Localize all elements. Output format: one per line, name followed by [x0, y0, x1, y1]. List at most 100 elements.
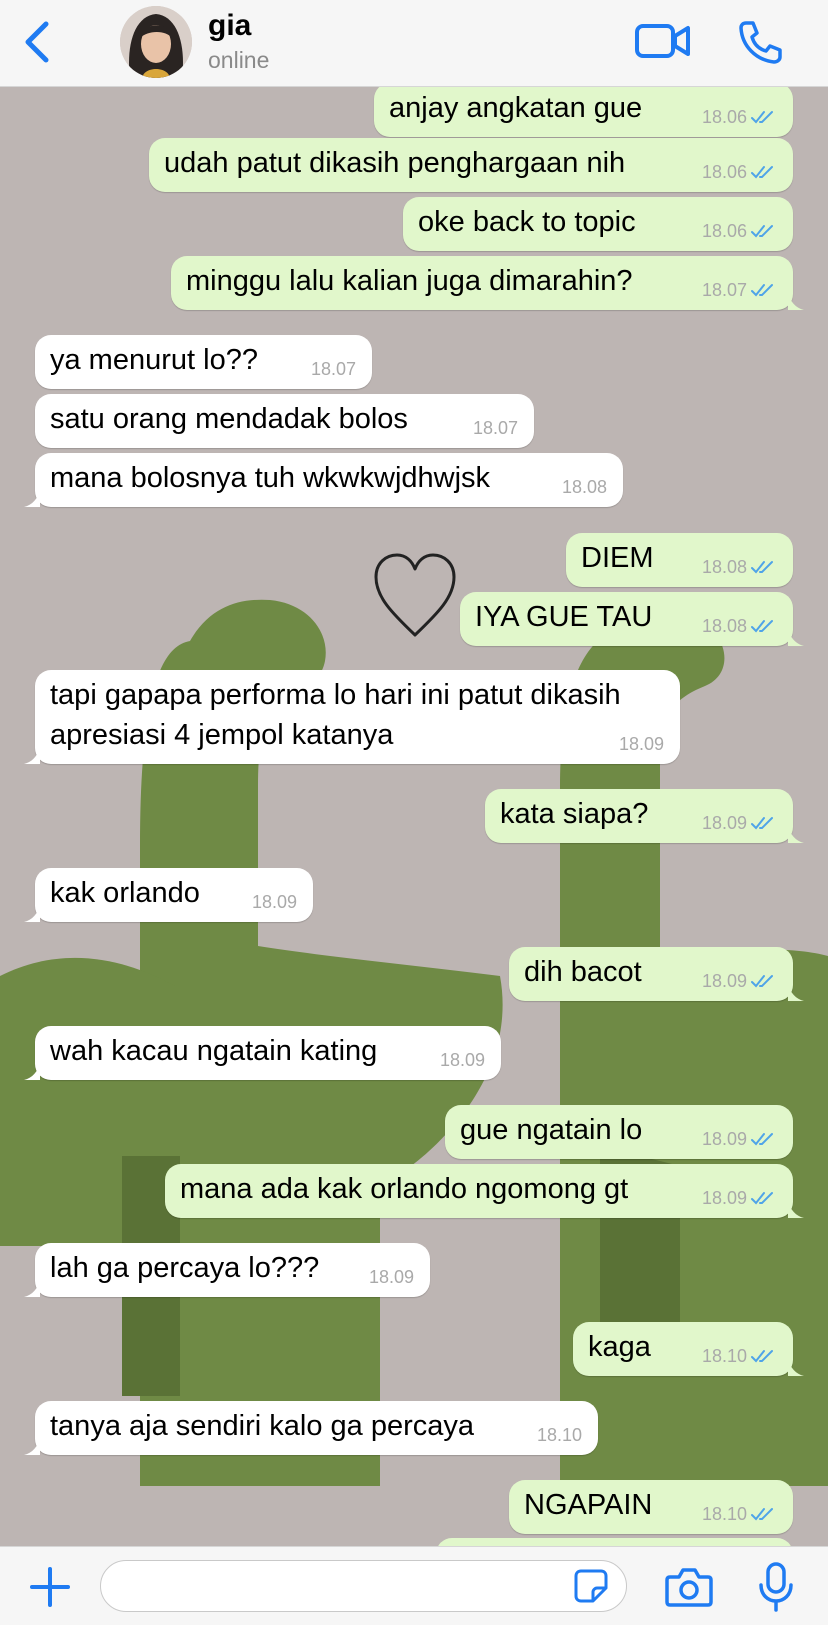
bubble-tail — [788, 1358, 804, 1376]
message-time: 18.06 — [701, 107, 747, 127]
bubble-tail — [24, 746, 40, 764]
read-ticks-icon — [751, 817, 773, 830]
video-call-button[interactable] — [634, 18, 692, 66]
message-outgoing[interactable]: anjay angkatan gue 18.06 — [374, 86, 793, 137]
read-ticks-icon — [751, 166, 773, 179]
message-text: oke back to topic — [418, 206, 636, 238]
sticker-button[interactable] — [573, 1568, 609, 1604]
message-time: 18.07 — [472, 418, 518, 438]
message-time: 18.09 — [251, 892, 297, 912]
message-time: 18.08 — [561, 477, 607, 497]
message-outgoing[interactable]: dih bacot 18.09 — [509, 947, 804, 1001]
chat-area[interactable]: anjay angkatan gue 18.06 udah patut dika… — [0, 86, 828, 1546]
read-ticks-icon — [751, 284, 773, 297]
read-ticks-icon — [751, 1133, 773, 1146]
message-text: kata siapa? — [500, 798, 649, 830]
message-outgoing[interactable]: mana ada kak orlando ngomong gt 18.09 — [165, 1164, 804, 1218]
message-outgoing[interactable]: kata siapa? 18.09 — [485, 789, 804, 843]
message-text: kak orlando — [50, 877, 200, 909]
message-time: 18.09 — [439, 1050, 485, 1070]
message-text: kaga — [588, 1331, 651, 1363]
message-outgoing[interactable]: oke back to topic 18.06 — [403, 197, 793, 251]
message-text: tapi gapapa performa lo hari ini patut d… — [50, 679, 621, 751]
message-incoming[interactable]: kak orlando 18.09 — [24, 868, 313, 922]
message-incoming[interactable]: tapi gapapa performa lo hari ini patut d… — [24, 670, 680, 764]
message-outgoing[interactable]: minggu lalu kalian juga dimarahin? 18.07 — [171, 256, 804, 310]
message-text: dih bacot — [524, 956, 642, 988]
read-ticks-icon — [751, 1508, 773, 1521]
message-incoming[interactable]: ya menurut lo?? 18.07 — [35, 335, 372, 389]
voice-call-button[interactable] — [736, 18, 784, 66]
message-incoming[interactable]: lah ga percaya lo??? 18.09 — [24, 1243, 430, 1297]
bubble-tail — [788, 825, 804, 843]
message-input[interactable] — [100, 1560, 627, 1612]
attach-button[interactable] — [28, 1565, 72, 1609]
message-time: 18.07 — [310, 359, 356, 379]
message-outgoing[interactable]: DIEM 18.08 — [566, 533, 793, 587]
bubble-tail — [788, 983, 804, 1001]
back-button[interactable] — [18, 18, 58, 68]
microphone-button[interactable] — [756, 1561, 796, 1613]
read-ticks-icon — [751, 111, 773, 124]
message-time: 18.10 — [701, 1346, 747, 1366]
read-ticks-icon — [751, 975, 773, 988]
read-ticks-icon — [751, 620, 773, 633]
bubble-tail — [24, 904, 40, 922]
message-time: 18.08 — [701, 616, 747, 636]
phone-icon — [739, 21, 782, 64]
message-text: mana ada kak orlando ngomong gt — [180, 1173, 629, 1205]
read-ticks-icon — [751, 561, 773, 574]
message-incoming[interactable]: satu orang mendadak bolos 18.07 — [35, 394, 534, 448]
chat-header: gia online — [0, 0, 828, 87]
camera-button[interactable] — [664, 1565, 714, 1609]
message-time: 18.07 — [701, 280, 747, 300]
message-text: udah patut dikasih penghargaan nih — [164, 147, 626, 179]
plus-icon — [30, 1567, 70, 1607]
message-text: tanya aja sendiri kalo ga percaya — [50, 1410, 474, 1442]
sticker-icon — [574, 1569, 608, 1603]
message-text: ya menurut lo?? — [50, 344, 258, 376]
message-time: 18.09 — [701, 1188, 747, 1208]
message-text: minggu lalu kalian juga dimarahin? — [186, 265, 633, 297]
message-time: 18.10 — [701, 1504, 747, 1524]
message-time: 18.09 — [618, 734, 664, 754]
message-text: wah kacau ngatain kating — [50, 1035, 378, 1067]
bubble-tail — [788, 628, 804, 646]
message-text: NGAPAIN — [524, 1489, 653, 1521]
read-ticks-icon — [751, 1192, 773, 1205]
message-text: DIEM — [581, 542, 654, 574]
message-time: 18.08 — [701, 557, 747, 577]
message-time: 18.06 — [701, 162, 747, 182]
message-text: IYA GUE TAU — [475, 601, 653, 633]
heart-doodle-icon — [372, 551, 458, 641]
message-outgoing-partial[interactable] — [436, 1538, 793, 1546]
message-incoming[interactable]: mana bolosnya tuh wkwkwjdhwjsk 18.08 — [24, 453, 623, 507]
message-time: 18.09 — [701, 1129, 747, 1149]
message-text: anjay angkatan gue — [389, 92, 643, 124]
message-outgoing[interactable]: kaga 18.10 — [573, 1322, 804, 1376]
read-ticks-icon — [751, 225, 773, 238]
message-incoming[interactable]: wah kacau ngatain kating 18.09 — [24, 1026, 501, 1080]
message-text: satu orang mendadak bolos — [50, 403, 408, 435]
message-time: 18.06 — [701, 221, 747, 241]
bubble-tail — [788, 1200, 804, 1218]
avatar[interactable] — [120, 6, 192, 78]
chevron-left-icon — [25, 21, 49, 63]
message-time: 18.09 — [701, 813, 747, 833]
video-camera-icon — [635, 24, 690, 58]
camera-icon — [665, 1568, 713, 1607]
contact-status: online — [208, 47, 270, 73]
microphone-icon — [759, 1562, 793, 1612]
message-outgoing[interactable]: NGAPAIN 18.10 — [509, 1480, 793, 1534]
contact-name[interactable]: gia — [208, 9, 251, 43]
message-incoming[interactable]: tanya aja sendiri kalo ga percaya 18.10 — [24, 1401, 598, 1455]
bubble-tail — [788, 292, 804, 310]
message-outgoing[interactable]: gue ngatain lo 18.09 — [445, 1105, 793, 1159]
message-outgoing[interactable]: IYA GUE TAU 18.08 — [460, 592, 804, 646]
message-time: 18.10 — [536, 1425, 582, 1445]
message-outgoing[interactable]: udah patut dikasih penghargaan nih 18.06 — [149, 138, 793, 192]
message-text: gue ngatain lo — [460, 1114, 643, 1146]
message-time: 18.09 — [368, 1267, 414, 1287]
composer-bar — [0, 1546, 828, 1625]
message-time: 18.09 — [701, 971, 747, 991]
